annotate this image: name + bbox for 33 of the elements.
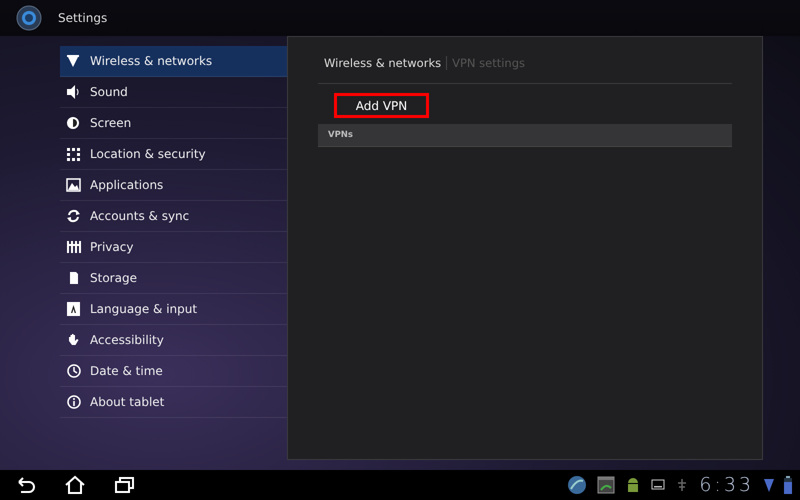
grid-icon	[66, 146, 82, 162]
sidebar-item[interactable]: Privacy	[60, 232, 287, 263]
window-icon[interactable]	[597, 476, 616, 494]
sidebar-item[interactable]: Storage	[60, 263, 287, 294]
wifi-icon	[66, 53, 82, 69]
sidebar-item[interactable]: Date & time	[60, 356, 287, 387]
sidebar-item[interactable]: Accounts & sync	[60, 201, 287, 232]
sidebar-item[interactable]: Screen	[60, 108, 287, 139]
section-header: VPNs	[318, 124, 732, 147]
image-icon	[66, 177, 82, 193]
fence-icon	[66, 239, 82, 255]
sync-icon	[66, 208, 82, 224]
breadcrumb[interactable]: Wireless & networks	[324, 56, 446, 70]
app-icon[interactable]	[16, 5, 42, 31]
sidebar-item[interactable]: Accessibility	[60, 325, 287, 356]
sidebar-item[interactable]: Wireless & networks	[60, 46, 287, 77]
sidebar-item[interactable]: About tablet	[60, 387, 287, 418]
sidebar-item[interactable]: Sound	[60, 77, 287, 108]
app-title: Settings	[58, 11, 108, 25]
sidebar-item[interactable]: Location & security	[60, 139, 287, 170]
home-icon[interactable]	[64, 475, 86, 495]
sidebar-item[interactable]: Language & input	[60, 294, 287, 325]
wifi-signal-icon[interactable]	[764, 477, 774, 493]
screen-icon[interactable]	[651, 479, 666, 491]
brightness-icon	[66, 115, 82, 131]
globe-icon[interactable]	[567, 475, 588, 495]
clock[interactable]: 6:33	[699, 474, 754, 496]
recent-apps-icon[interactable]	[114, 476, 136, 494]
info-icon	[66, 394, 82, 410]
add-vpn-button[interactable]: Add VPN	[334, 93, 429, 118]
battery-icon[interactable]	[784, 476, 792, 494]
clock-icon	[66, 363, 82, 379]
sidebar-item[interactable]: Applications	[60, 170, 287, 201]
